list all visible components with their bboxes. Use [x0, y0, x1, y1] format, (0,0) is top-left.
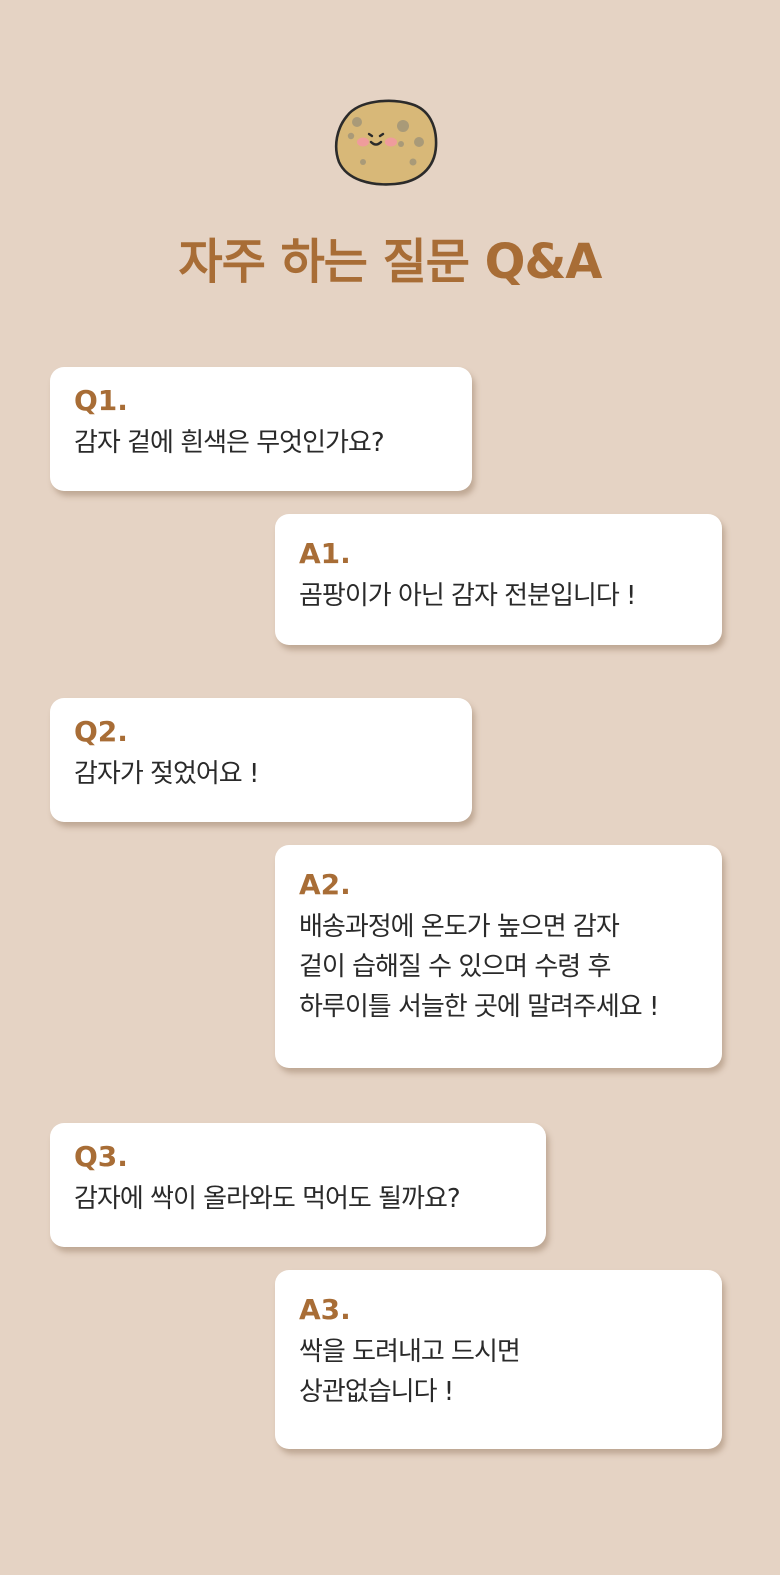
question-label-2: Q2.: [74, 715, 128, 748]
answer-card-3: A3. 싹을 도려내고 드시면 상관없습니다 !: [275, 1270, 722, 1449]
question-text-3: 감자에 싹이 올라와도 먹어도 될까요?: [74, 1184, 461, 1214]
answer-label-3: A3.: [299, 1293, 351, 1326]
question-card-3: Q3. 감자에 싹이 올라와도 먹어도 될까요?: [50, 1123, 546, 1247]
question-card-1: Q1. 감자 겉에 흰색은 무엇인가요?: [50, 367, 472, 491]
answer-text-2: 배송과정에 온도가 높으면 감자 겉이 습해질 수 있으며 수령 후 하루이틀 …: [299, 912, 659, 1022]
question-label-1: Q1.: [74, 384, 128, 417]
question-card-2: Q2. 감자가 젖었어요 !: [50, 698, 472, 822]
answer-text-1: 곰팡이가 아닌 감자 전분입니다 !: [299, 581, 636, 611]
question-text-1: 감자 겉에 흰색은 무엇인가요?: [74, 428, 385, 458]
page-title: 자주 하는 질문 Q&A: [178, 234, 603, 290]
answer-text-3: 싹을 도려내고 드시면 상관없습니다 !: [299, 1337, 521, 1407]
question-text-2: 감자가 젖었어요 !: [74, 759, 259, 789]
answer-card-2: A2. 배송과정에 온도가 높으면 감자 겉이 습해질 수 있으며 수령 후 하…: [275, 845, 722, 1068]
answer-label-2: A2.: [299, 868, 351, 901]
answer-card-1: A1. 곰팡이가 아닌 감자 전분입니다 !: [275, 514, 722, 645]
question-label-3: Q3.: [74, 1140, 128, 1173]
answer-label-1: A1.: [299, 537, 351, 570]
potato-mascot-icon: [334, 99, 438, 186]
